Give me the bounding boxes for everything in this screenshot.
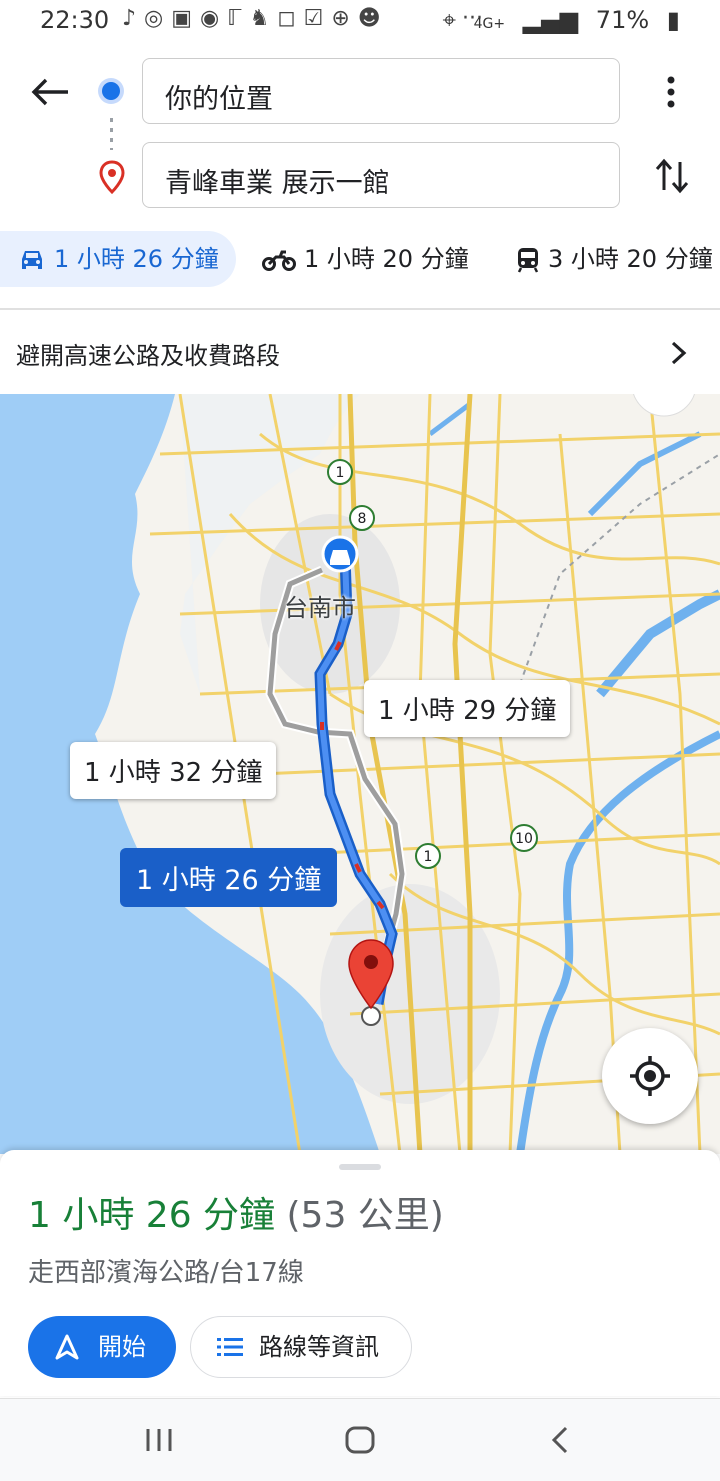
svg-text:1: 1	[336, 465, 345, 481]
svg-text:1: 1	[424, 849, 433, 865]
start-button[interactable]: 開始	[28, 1316, 176, 1378]
mode-driving-label: 1 小時 26 分鐘	[54, 245, 219, 273]
route-via: 走西部濱海公路/台17線	[28, 1258, 304, 1288]
steps-button-label: 路線等資訊	[259, 1333, 379, 1361]
battery-icon: ▮	[666, 6, 680, 34]
mode-motorcycle-label: 1 小時 20 分鐘	[304, 245, 469, 273]
status-time: 22:30	[40, 6, 110, 34]
route-label-alt2[interactable]: 1 小時 32 分鐘	[70, 742, 277, 799]
route-summary: 1 小時 26 分鐘 (53 公里)	[28, 1186, 444, 1238]
mode-transit-label: 3 小時 20 分鐘	[548, 245, 713, 273]
origin-field[interactable]: 你的位置	[142, 58, 620, 124]
navigation-arrow-icon	[55, 1334, 79, 1360]
mode-driving[interactable]: 1 小時 26 分鐘	[18, 231, 219, 287]
my-location-button[interactable]	[602, 1028, 698, 1124]
location-icon: ⌖	[442, 6, 456, 34]
route-label-selected[interactable]: 1 小時 26 分鐘	[120, 848, 338, 907]
transit-icon	[517, 248, 539, 273]
back-nav-icon[interactable]	[548, 1425, 572, 1455]
steps-button[interactable]: 路線等資訊	[190, 1316, 412, 1378]
route-label-alt1[interactable]: 1 小時 29 分鐘	[364, 680, 571, 737]
signal-icon: ▂▄▆	[522, 6, 579, 34]
start-button-label: 開始	[98, 1333, 146, 1361]
car-icon	[22, 251, 42, 269]
network-label: 4G+	[473, 16, 506, 32]
city-label: 台南市	[284, 594, 356, 622]
recent-apps-icon[interactable]	[144, 1427, 174, 1453]
system-nav-bar	[0, 1398, 720, 1481]
chevron-right-icon[interactable]	[666, 340, 690, 366]
battery-label: 71%	[595, 6, 650, 34]
status-right: ⌖ 4G+ ▂▄▆ 71% ▮	[432, 6, 680, 34]
notification-icons: ♪◎▣◉ℾ♞◻☑⊕☻	[122, 6, 389, 31]
mode-transit[interactable]: 3 小時 20 分鐘	[516, 231, 713, 287]
sheet-handle[interactable]	[339, 1164, 381, 1170]
destination-pin-icon	[99, 160, 125, 194]
destination-field[interactable]: 青峰車業 展示一館	[142, 142, 620, 208]
origin-dot-icon	[102, 82, 120, 100]
home-icon[interactable]	[344, 1425, 376, 1455]
list-icon	[217, 1338, 243, 1356]
status-bar: 22:30 ♪◎▣◉ℾ♞◻☑⊕☻ ··· ⌖ 4G+ ▂▄▆ 71% ▮	[0, 0, 720, 44]
motorcycle-icon	[262, 250, 296, 271]
back-arrow-icon[interactable]	[28, 74, 72, 110]
avoid-highways-option[interactable]: 避開高速公路及收費路段	[16, 336, 280, 371]
more-options-icon[interactable]	[660, 74, 682, 110]
divider	[0, 308, 720, 310]
route-duration: 1 小時 26 分鐘	[28, 1195, 276, 1236]
swap-icon[interactable]	[652, 156, 692, 196]
svg-text:8: 8	[358, 511, 367, 527]
route-connector	[110, 118, 113, 150]
my-location-icon	[630, 1056, 670, 1096]
mode-motorcycle[interactable]: 1 小時 20 分鐘	[262, 231, 469, 287]
svg-text:10: 10	[515, 831, 533, 847]
route-distance: (53 公里)	[286, 1195, 444, 1236]
